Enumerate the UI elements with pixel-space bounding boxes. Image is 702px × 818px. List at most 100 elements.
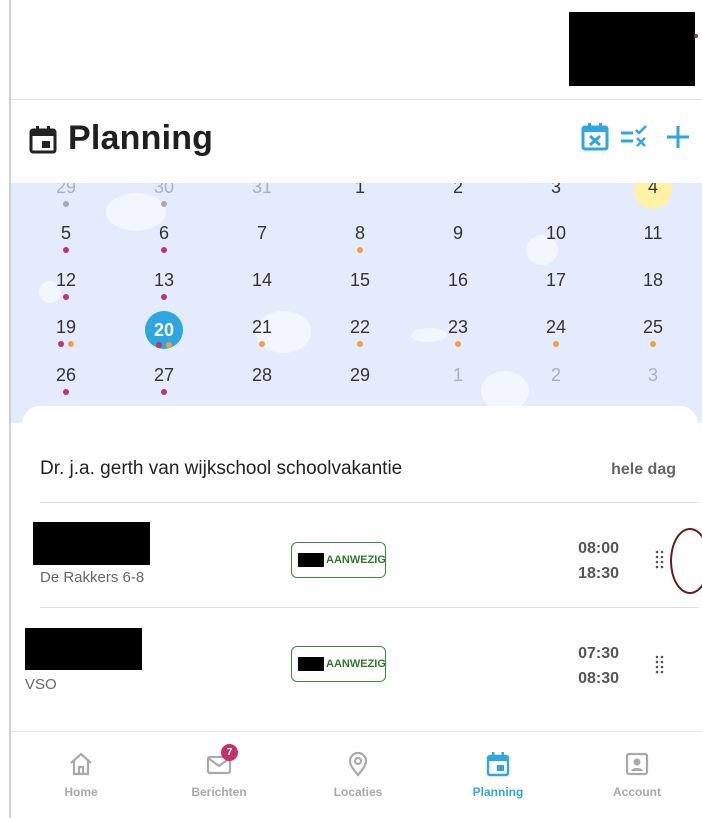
calendar-day[interactable]: 11 bbox=[629, 217, 677, 263]
event-dots bbox=[629, 389, 677, 395]
event-dots bbox=[42, 294, 90, 300]
drag-handle-icon[interactable] bbox=[655, 655, 665, 677]
event-dots bbox=[140, 201, 188, 207]
calendar-day[interactable]: 9 bbox=[434, 217, 482, 263]
event-dots bbox=[629, 341, 677, 347]
calendar-day[interactable]: 5 bbox=[42, 217, 90, 263]
mail-icon-wrap: 7 bbox=[205, 744, 238, 778]
calendar-day[interactable]: 2 bbox=[434, 183, 482, 217]
event-dot bbox=[161, 389, 167, 395]
calendar-day[interactable]: 22 bbox=[336, 311, 384, 357]
calendar-day[interactable]: 19 bbox=[42, 311, 90, 357]
tab-label: Berichten bbox=[191, 785, 247, 799]
calendar-day[interactable]: 21 bbox=[238, 311, 286, 357]
event-dots bbox=[42, 341, 90, 347]
event-dot bbox=[58, 341, 64, 347]
calendar-day[interactable]: 30 bbox=[140, 183, 188, 217]
event-dots bbox=[140, 247, 188, 253]
event-dots bbox=[532, 247, 580, 253]
tab-home[interactable]: Home bbox=[21, 750, 141, 800]
notification-badge: 7 bbox=[221, 744, 238, 761]
event-dots bbox=[238, 294, 286, 300]
event-dots bbox=[629, 294, 677, 300]
calendar-day[interactable]: 8 bbox=[336, 217, 384, 263]
calendar-day[interactable]: 18 bbox=[629, 264, 677, 310]
event-dot bbox=[357, 247, 363, 253]
calendar-day[interactable]: 16 bbox=[434, 264, 482, 310]
event-dots bbox=[42, 389, 90, 395]
event-dot bbox=[68, 341, 74, 347]
event-dot bbox=[553, 341, 559, 347]
calendar-day[interactable]: 3 bbox=[532, 183, 580, 217]
add-button[interactable] bbox=[663, 122, 693, 152]
event-dots bbox=[532, 201, 580, 207]
tab-locaties[interactable]: Locaties bbox=[298, 750, 418, 800]
calendar-icon bbox=[29, 126, 57, 154]
event-dots bbox=[238, 201, 286, 207]
event-dots bbox=[238, 341, 286, 347]
end-time: 18:30 bbox=[578, 565, 619, 582]
redacted-name bbox=[33, 522, 150, 565]
calendar-day[interactable]: 26 bbox=[42, 359, 90, 405]
tab-label: Locaties bbox=[333, 785, 383, 799]
calendar-day[interactable]: 24 bbox=[532, 311, 580, 357]
event-dots bbox=[434, 247, 482, 253]
tab-berichten[interactable]: 7 Berichten bbox=[159, 744, 279, 800]
event-dots bbox=[140, 294, 188, 300]
tab-planning[interactable]: Planning bbox=[438, 750, 558, 800]
event-dots bbox=[336, 389, 384, 395]
calendar-day[interactable]: 1 bbox=[434, 359, 482, 405]
end-time: 08:30 bbox=[578, 670, 619, 687]
calendar-day[interactable]: 28 bbox=[238, 359, 286, 405]
redacted-name bbox=[25, 628, 142, 670]
event-dots bbox=[434, 294, 482, 300]
calendar-day[interactable]: 17 bbox=[532, 264, 580, 310]
calendar-day[interactable]: 10 bbox=[532, 217, 580, 263]
calendar-day[interactable]: 2 bbox=[532, 359, 580, 405]
event-title: Dr. j.a. gerth van wijkschool schoolvaka… bbox=[40, 458, 403, 479]
calendar-day[interactable]: 1 bbox=[336, 183, 384, 217]
calendar-day[interactable]: 4 bbox=[629, 183, 677, 217]
event-dots bbox=[336, 294, 384, 300]
event-dots bbox=[434, 341, 482, 347]
event-dots bbox=[42, 201, 90, 207]
calendar-close-button[interactable] bbox=[580, 122, 610, 152]
calendar-day[interactable]: 12 bbox=[42, 264, 90, 310]
list-check-button[interactable] bbox=[619, 122, 649, 152]
event-dots bbox=[629, 201, 677, 207]
event-dots bbox=[532, 294, 580, 300]
event-dots bbox=[434, 201, 482, 207]
event-dot bbox=[156, 342, 162, 348]
calendar-day[interactable]: 3 bbox=[629, 359, 677, 405]
calendar-day[interactable]: 29 bbox=[336, 359, 384, 405]
start-time: 07:30 bbox=[578, 645, 619, 662]
drag-handle-icon[interactable] bbox=[655, 550, 665, 572]
calendar-day[interactable]: 25 bbox=[629, 311, 677, 357]
status-badge: AANWEZIG bbox=[291, 542, 386, 578]
divider bbox=[40, 502, 698, 503]
event-dots bbox=[42, 247, 90, 253]
calendar-day[interactable]: 15 bbox=[336, 264, 384, 310]
calendar-day[interactable]: 13 bbox=[140, 264, 188, 310]
event-dots bbox=[140, 342, 188, 348]
calendar-day[interactable]: 29 bbox=[42, 183, 90, 217]
calendar-day[interactable]: 31 bbox=[238, 183, 286, 217]
item-location: VSO bbox=[25, 676, 57, 693]
tab-label: Account bbox=[613, 785, 661, 799]
location-pin-icon bbox=[348, 751, 368, 777]
event-dot bbox=[161, 247, 167, 253]
calendar-day[interactable]: 6 bbox=[140, 217, 188, 263]
redacted-block bbox=[298, 657, 324, 671]
tab-account[interactable]: Account bbox=[577, 750, 697, 800]
calendar-day[interactable]: 23 bbox=[434, 311, 482, 357]
page-title: Planning bbox=[68, 119, 214, 157]
calendar-day[interactable]: 7 bbox=[238, 217, 286, 263]
calendar-icon bbox=[486, 752, 510, 777]
calendar-day[interactable]: 20 bbox=[140, 311, 188, 357]
calendar-day[interactable]: 14 bbox=[238, 264, 286, 310]
planning-header: Planning bbox=[11, 100, 702, 183]
calendar-day[interactable]: 27 bbox=[140, 359, 188, 405]
month-calendar: 29 30 31 1 2 3 4 5 6 7 8 9 10 11 12 13 14 15 16 17 18 19 20 21 2… bbox=[11, 183, 702, 423]
event-dots bbox=[532, 341, 580, 347]
event-dot bbox=[63, 294, 69, 300]
